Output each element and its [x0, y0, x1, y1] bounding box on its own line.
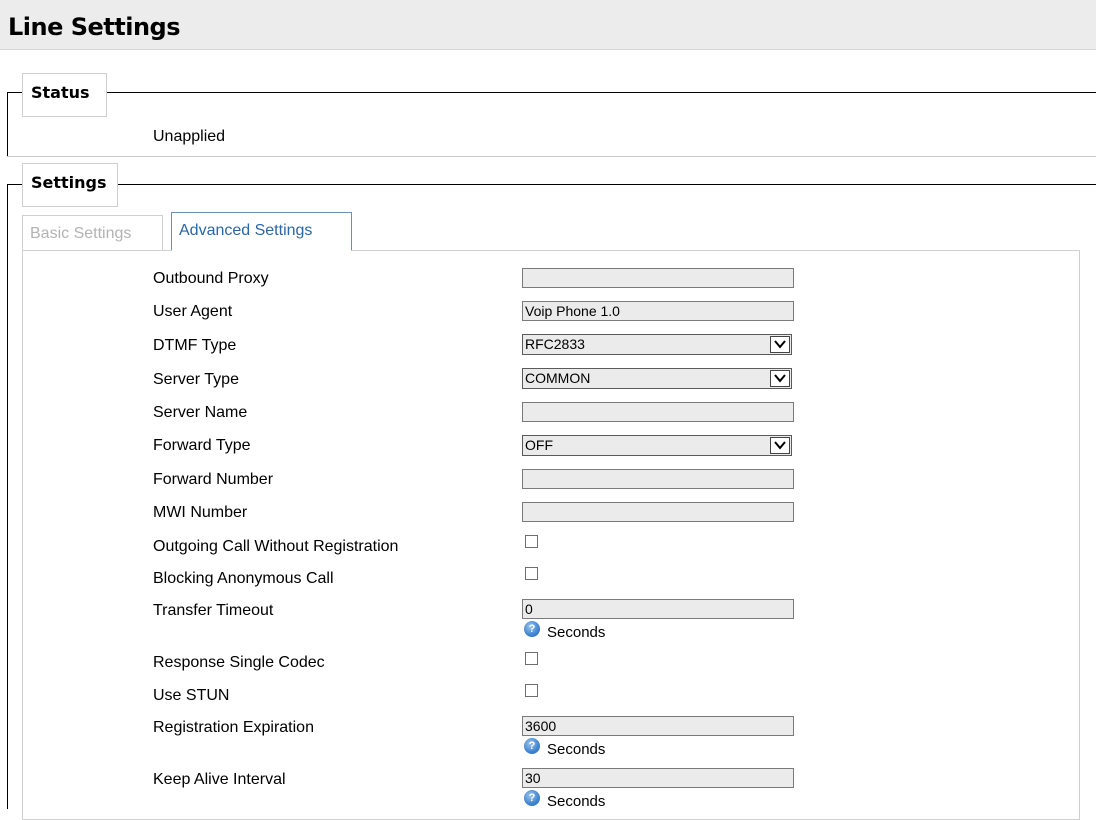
settings-legend: Settings	[22, 163, 118, 207]
transfer-timeout-unit: Seconds	[547, 624, 606, 641]
status-fieldset-border-left	[7, 92, 22, 93]
keep-alive-interval-label: Keep Alive Interval	[153, 771, 286, 788]
status-value: Unapplied	[153, 128, 226, 145]
dtmf-type-label: DTMF Type	[153, 337, 237, 354]
forward-type-label: Forward Type	[153, 437, 251, 454]
help-icon[interactable]: ?	[524, 621, 540, 637]
help-icon[interactable]: ?	[524, 738, 540, 754]
outbound-proxy-label: Outbound Proxy	[153, 270, 269, 287]
registration-expiration-unit: Seconds	[547, 741, 606, 758]
page-title: Line Settings	[8, 13, 181, 41]
server-name-label: Server Name	[153, 404, 248, 421]
outgoing-without-registration-checkbox[interactable]	[525, 535, 538, 548]
server-type-value: COMMON	[525, 370, 591, 386]
server-name-field[interactable]	[522, 402, 794, 422]
blocking-anonymous-label: Blocking Anonymous Call	[153, 570, 334, 587]
mwi-number-field[interactable]	[522, 502, 794, 522]
settings-fieldset-border-side	[7, 184, 8, 809]
server-type-label: Server Type	[153, 371, 239, 388]
user-agent-field[interactable]: Voip Phone 1.0	[522, 301, 794, 321]
server-type-select[interactable]: COMMON	[522, 368, 792, 389]
response-single-codec-label: Response Single Codec	[153, 654, 325, 671]
forward-type-select[interactable]: OFF	[522, 435, 792, 456]
keep-alive-interval-unit: Seconds	[547, 793, 606, 810]
settings-fieldset-border-left	[7, 184, 22, 185]
page-header: Line Settings	[0, 0, 1096, 50]
outbound-proxy-field[interactable]	[522, 268, 794, 288]
chevron-down-icon[interactable]	[770, 370, 790, 387]
blocking-anonymous-checkbox[interactable]	[525, 567, 538, 580]
keep-alive-interval-field[interactable]: 30	[522, 768, 794, 788]
tab-basic-settings[interactable]: Basic Settings	[22, 215, 163, 250]
status-fieldset-border-bottom	[7, 156, 1096, 157]
settings-fieldset-border-top	[118, 184, 1096, 185]
dtmf-type-select[interactable]: RFC2833	[522, 334, 792, 355]
outgoing-without-registration-label: Outgoing Call Without Registration	[153, 538, 399, 555]
tab-advanced-settings[interactable]: Advanced Settings	[171, 212, 352, 251]
use-stun-checkbox[interactable]	[525, 684, 538, 697]
use-stun-label: Use STUN	[153, 687, 230, 704]
transfer-timeout-field[interactable]: 0	[522, 599, 794, 619]
user-agent-label: User Agent	[153, 303, 233, 320]
forward-type-value: OFF	[525, 437, 553, 453]
transfer-timeout-label: Transfer Timeout	[153, 602, 274, 619]
help-icon[interactable]: ?	[524, 790, 540, 806]
registration-expiration-label: Registration Expiration	[153, 719, 314, 736]
chevron-down-icon[interactable]	[770, 336, 790, 353]
registration-expiration-field[interactable]: 3600	[522, 716, 794, 736]
status-legend: Status	[22, 73, 107, 117]
response-single-codec-checkbox[interactable]	[525, 652, 538, 665]
forward-number-field[interactable]	[522, 469, 794, 489]
status-fieldset-border-side	[7, 92, 8, 157]
status-fieldset-border-top	[107, 92, 1096, 93]
forward-number-label: Forward Number	[153, 471, 274, 488]
chevron-down-icon[interactable]	[770, 437, 790, 454]
mwi-number-label: MWI Number	[153, 504, 248, 521]
dtmf-type-value: RFC2833	[525, 336, 585, 352]
